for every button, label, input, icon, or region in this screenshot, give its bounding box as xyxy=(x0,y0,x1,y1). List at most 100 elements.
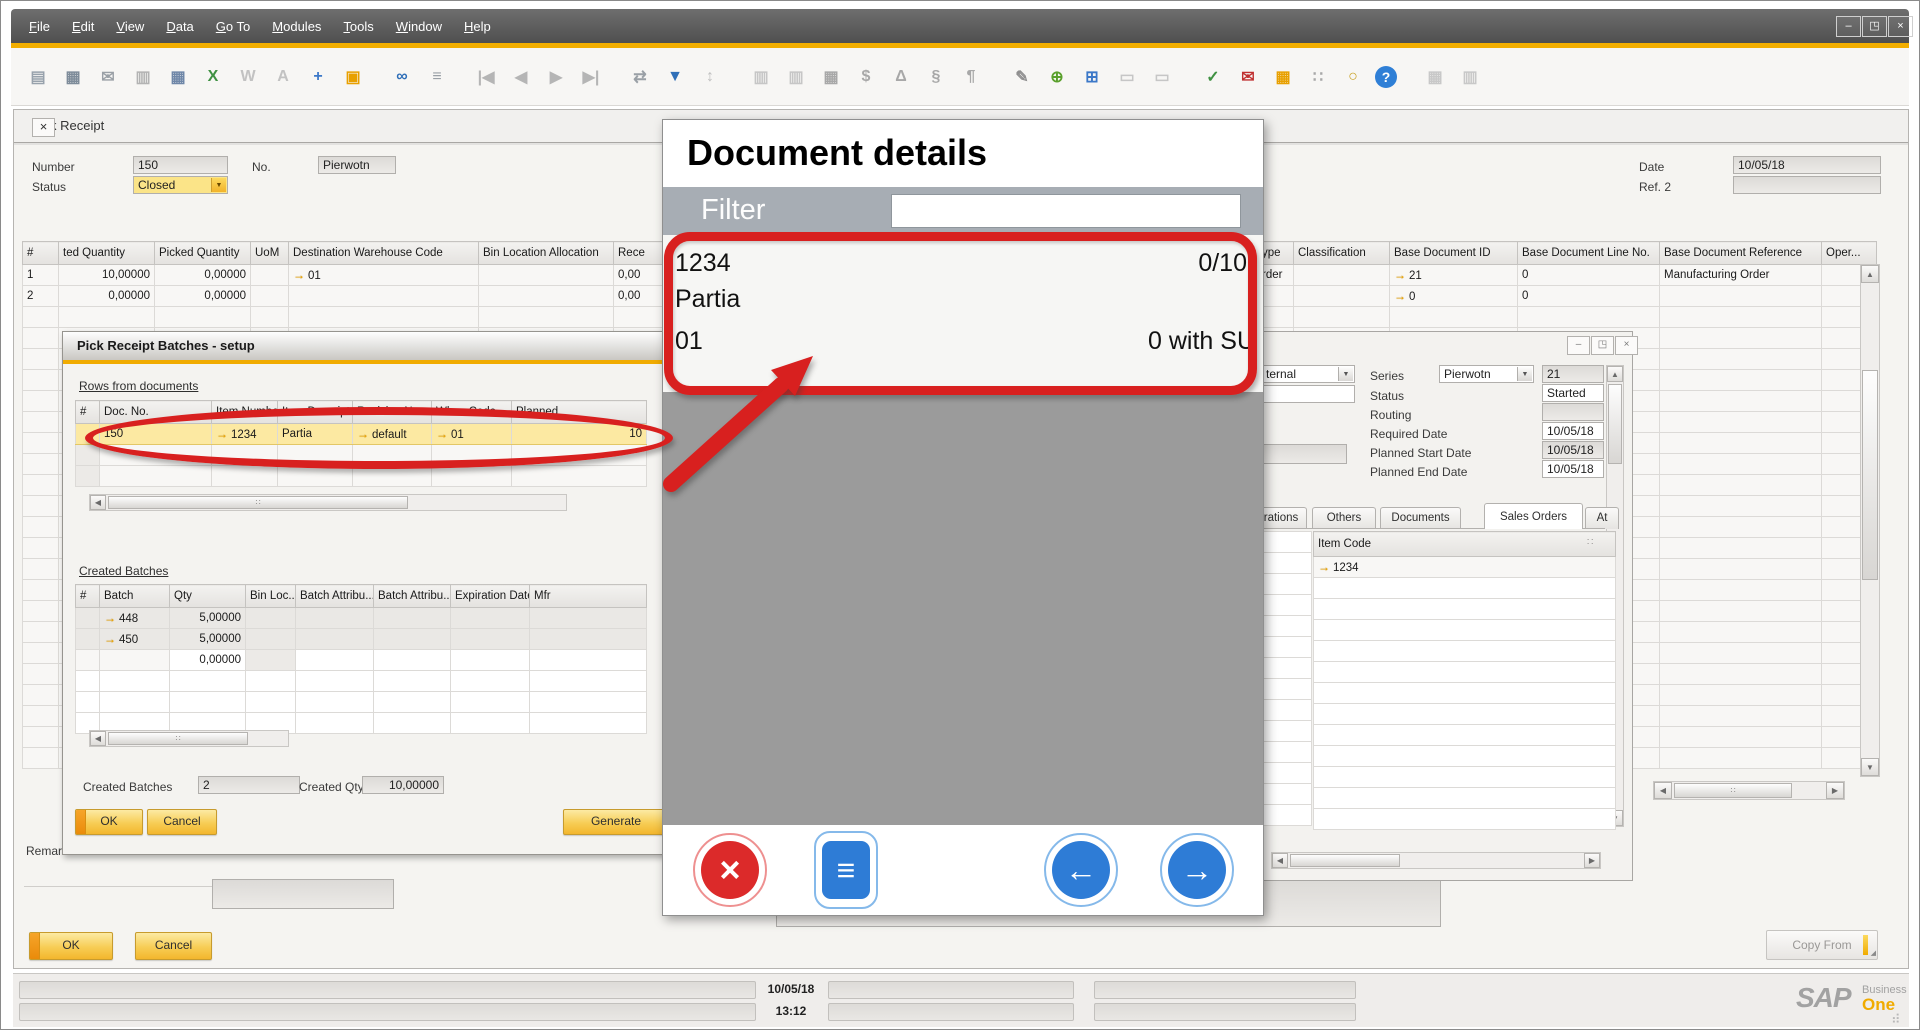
dialog-cancel-button[interactable]: Cancel xyxy=(147,809,217,835)
org-chart-icon[interactable]: ∷ xyxy=(1305,64,1331,90)
table-row[interactable] xyxy=(1264,742,1312,763)
col-header[interactable]: Doc. No. xyxy=(100,401,212,424)
next-record-icon[interactable]: ▶ xyxy=(543,64,569,90)
table-row[interactable] xyxy=(76,466,647,487)
scroll-up-icon[interactable]: ▲ xyxy=(1607,366,1623,382)
link-arrow-icon[interactable]: → xyxy=(104,632,116,646)
tab-others[interactable]: Others xyxy=(1312,507,1376,529)
hidden-button[interactable] xyxy=(1263,444,1347,464)
menu-help[interactable]: Help xyxy=(464,19,491,34)
scroll-down-icon[interactable]: ▼ xyxy=(1861,758,1879,776)
scrollbar-thumb[interactable]: ∷ xyxy=(108,496,408,509)
copy-icon[interactable]: ▥ xyxy=(130,64,156,90)
link-arrow-icon[interactable]: → xyxy=(1394,268,1406,282)
generate-button[interactable]: Generate xyxy=(563,809,669,835)
table-row[interactable] xyxy=(1314,641,1616,662)
col-header[interactable]: Item Number xyxy=(212,401,278,424)
routing-field[interactable] xyxy=(1542,403,1604,421)
col-header[interactable]: Destination Warehouse Code xyxy=(289,242,479,265)
fax-icon[interactable]: ▦ xyxy=(165,64,191,90)
menu-edit[interactable]: Edit xyxy=(72,19,94,34)
link-arrow-icon[interactable]: → xyxy=(436,427,448,441)
misc-doc2-icon[interactable]: ▥ xyxy=(1457,64,1483,90)
vertical-scrollbar[interactable]: ▲ ▼ xyxy=(1860,264,1880,777)
preview-icon[interactable]: ▤ xyxy=(25,64,51,90)
resize-grip-icon[interactable]: ⣴ xyxy=(1891,1008,1901,1024)
table-row[interactable] xyxy=(1264,532,1312,553)
price-report-icon[interactable]: § xyxy=(923,64,949,90)
copy-to-doc-icon[interactable]: ▥ xyxy=(783,64,809,90)
link-arrow-icon[interactable]: → xyxy=(216,427,228,441)
table-row[interactable] xyxy=(1264,595,1312,616)
export-word-icon[interactable]: W xyxy=(235,64,261,90)
menu-go-to[interactable]: Go To xyxy=(216,19,250,34)
menu-window[interactable]: Window xyxy=(396,19,442,34)
table-row[interactable] xyxy=(1314,788,1616,809)
edit-icon[interactable]: ✎ xyxy=(1009,64,1035,90)
table-row[interactable]: →450 5,00000 xyxy=(76,629,647,650)
panel-horizontal-scrollbar[interactable]: ◀ ▶ xyxy=(1271,852,1601,869)
email-icon[interactable]: ✉ xyxy=(95,64,121,90)
col-header[interactable]: Whse Code xyxy=(432,401,512,424)
series-dropdown[interactable]: Pierwotn▼ xyxy=(1439,365,1534,383)
table-row[interactable] xyxy=(1264,721,1312,742)
user-icon[interactable]: ○ xyxy=(1340,64,1366,90)
col-header[interactable]: Revision Name xyxy=(353,401,432,424)
col-header[interactable]: Item Descript... xyxy=(278,401,353,424)
table-row[interactable] xyxy=(1264,658,1312,679)
col-header[interactable]: Rece xyxy=(614,242,666,265)
table-row[interactable] xyxy=(76,445,647,466)
calendar-icon[interactable]: ▦ xyxy=(1270,64,1296,90)
menu-data[interactable]: Data xyxy=(166,19,193,34)
draft-documents-icon[interactable]: ≡ xyxy=(424,64,450,90)
table-row[interactable] xyxy=(1264,805,1312,826)
remarks-field-left[interactable] xyxy=(212,879,394,909)
scroll-left-icon[interactable]: ◀ xyxy=(1654,782,1672,799)
created-batches-count-field[interactable]: 2 xyxy=(198,776,300,794)
table-row[interactable] xyxy=(1314,704,1616,725)
table-row[interactable]: rder →21 0 Manufacturing Order xyxy=(1258,265,1877,286)
close-document-icon[interactable]: × xyxy=(32,118,55,137)
volume-weight-icon[interactable]: Δ xyxy=(888,64,914,90)
planned-start-field[interactable]: 10/05/18 xyxy=(1542,441,1604,459)
col-header[interactable]: # xyxy=(23,242,59,265)
layout-move-icon[interactable]: + xyxy=(305,64,331,90)
minimize-panel-icon[interactable]: – xyxy=(1567,336,1590,355)
col-header[interactable]: Bin Loc... xyxy=(246,585,296,608)
find-icon[interactable]: ∞ xyxy=(389,64,415,90)
form-settings-icon[interactable]: ⊕ xyxy=(1044,64,1070,90)
tab-attachments[interactable]: At xyxy=(1585,507,1619,529)
planned-end-field[interactable]: 10/05/18 xyxy=(1542,460,1604,478)
col-header[interactable]: Item Code xyxy=(1314,532,1616,557)
col-header[interactable]: Base Document Line No. xyxy=(1518,242,1660,265)
table-row[interactable] xyxy=(1264,700,1312,721)
status-dropdown[interactable]: Closed▼ xyxy=(133,176,228,194)
scroll-right-icon[interactable]: ▶ xyxy=(1826,782,1844,799)
dialog-ok-button[interactable]: OK xyxy=(75,809,143,835)
table-row[interactable] xyxy=(1264,574,1312,595)
table-row[interactable] xyxy=(1314,620,1616,641)
table-row[interactable] xyxy=(1314,767,1616,788)
menu-modules[interactable]: Modules xyxy=(272,19,321,34)
col-header[interactable]: # xyxy=(76,585,100,608)
close-action-button[interactable]: × xyxy=(693,833,767,907)
menu-view[interactable]: View xyxy=(116,19,144,34)
copy-from-button[interactable]: Copy From ◢ xyxy=(1766,930,1878,960)
copy-from-doc-icon[interactable]: ▥ xyxy=(748,64,774,90)
messages-icon[interactable]: ▭ xyxy=(1149,64,1175,90)
table-row[interactable] xyxy=(1264,679,1312,700)
scroll-right-icon[interactable]: ▶ xyxy=(1584,853,1600,868)
scroll-left-icon[interactable]: ◀ xyxy=(90,495,106,510)
col-header[interactable]: Classification xyxy=(1294,242,1390,265)
menu-file[interactable]: File xyxy=(29,19,50,34)
col-header[interactable]: Batch Attribu... xyxy=(374,585,451,608)
lock-icon[interactable]: ▣ xyxy=(340,64,366,90)
table-row[interactable] xyxy=(1258,307,1877,328)
tab-sales-orders[interactable]: Sales Orders xyxy=(1484,503,1583,529)
table-row[interactable] xyxy=(1314,599,1616,620)
table-row[interactable] xyxy=(1314,746,1616,767)
sort-icon[interactable]: ↕ xyxy=(697,64,723,90)
query-icon[interactable]: ¶ xyxy=(958,64,984,90)
po-status-field[interactable]: Started xyxy=(1542,384,1604,402)
col-header[interactable]: Planned xyxy=(512,401,647,424)
